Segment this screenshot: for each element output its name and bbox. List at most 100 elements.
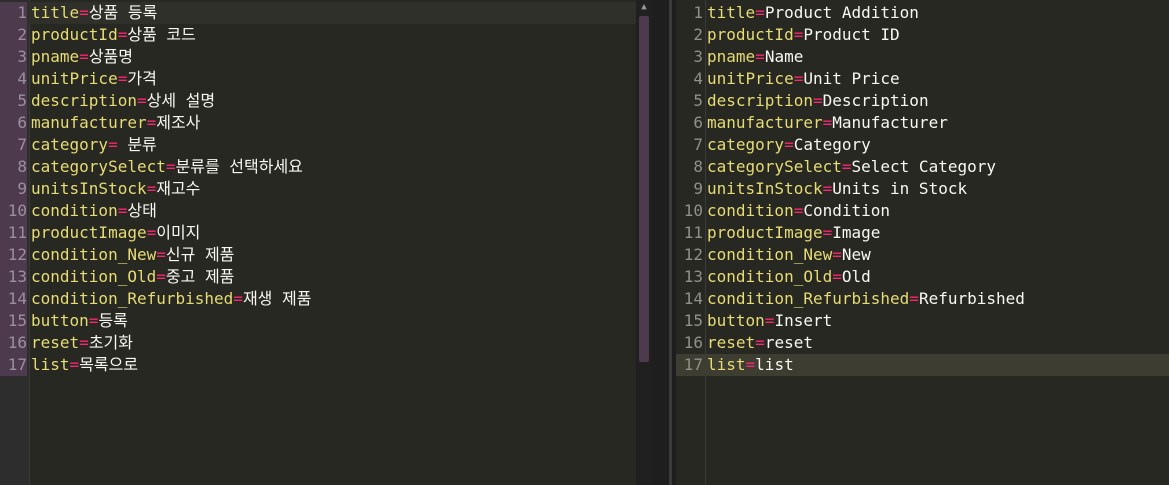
code-line[interactable]: 13 condition_Old=중고 제품: [0, 266, 652, 288]
code-text: reset=reset: [707, 332, 813, 354]
code-line[interactable]: 4 unitPrice=가격: [0, 68, 652, 90]
property-key: unitPrice: [31, 69, 118, 88]
line-number: 1: [693, 3, 703, 22]
equals-sign: =: [822, 223, 833, 242]
code-text: manufacturer=제조사: [31, 112, 200, 134]
code-line[interactable]: 8 categorySelect=Select Category: [676, 156, 1169, 178]
code-line[interactable]: 5 description=Description: [676, 90, 1169, 112]
chevron-up-icon[interactable]: ▲: [639, 2, 649, 12]
equals-sign: =: [793, 69, 804, 88]
code-line[interactable]: 2 productId=Product ID: [676, 24, 1169, 46]
scrollbar-thumb[interactable]: [639, 16, 649, 362]
code-line[interactable]: 13 condition_Old=Old: [676, 266, 1169, 288]
code-line[interactable]: 9 unitsInStock=재고수: [0, 178, 652, 200]
code-line[interactable]: 8 categorySelect=분류를 선택하세요: [0, 156, 652, 178]
code-line[interactable]: 10 condition=상태: [0, 200, 652, 222]
equals-sign: =: [146, 113, 157, 132]
line-number: 13: [0, 266, 27, 288]
code-line[interactable]: 15 button=Insert: [676, 310, 1169, 332]
property-value: 상세 설명: [146, 91, 216, 110]
line-number: 12: [0, 244, 27, 266]
property-value: Category: [793, 135, 871, 154]
code-text: category=Category: [707, 134, 871, 156]
property-key: condition: [31, 201, 118, 220]
code-text: unitsInStock=재고수: [31, 178, 200, 200]
property-value: 상품 코드: [127, 25, 196, 44]
property-key: condition_Refurbished: [707, 289, 910, 308]
property-key: button: [707, 311, 765, 330]
code-line[interactable]: 2 productId=상품 코드: [0, 24, 652, 46]
code-line[interactable]: 9 unitsInStock=Units in Stock: [676, 178, 1169, 200]
property-value: Units in Stock: [832, 179, 968, 198]
code-line[interactable]: 14 condition_Refurbished=재생 제품: [0, 288, 652, 310]
editor-pane-left[interactable]: 1 title=상품 등록 2 productId=상품 코드 3 pname=상품명 4 u…: [0, 0, 652, 485]
code-text: categorySelect=Select Category: [707, 156, 996, 178]
code-line[interactable]: 16 reset=reset: [676, 332, 1169, 354]
equals-sign: =: [69, 355, 80, 374]
property-value: 분류를 선택하세요: [175, 157, 303, 176]
code-line[interactable]: 4 unitPrice=Unit Price: [676, 68, 1169, 90]
property-key: productId: [707, 25, 794, 44]
editor-pane-right[interactable]: 1 title=Product Addition 2 productId=Produc…: [676, 0, 1169, 485]
code-line[interactable]: 10 condition=Condition: [676, 200, 1169, 222]
property-key: reset: [31, 333, 80, 352]
property-value: Unit Price: [803, 69, 900, 88]
code-line[interactable]: 12 condition_New=New: [676, 244, 1169, 266]
equals-sign: =: [165, 157, 176, 176]
code-line[interactable]: 5 description=상세 설명: [0, 90, 652, 112]
equals-sign: =: [117, 25, 128, 44]
code-line[interactable]: 12 condition_New=신규 제품: [0, 244, 652, 266]
code-line[interactable]: 3 pname=Name: [676, 46, 1169, 68]
equals-sign: =: [88, 311, 99, 330]
code-line[interactable]: 15 button=등록: [0, 310, 652, 332]
equals-sign: =: [832, 267, 842, 286]
property-value: Refurbished: [918, 289, 1025, 308]
equals-sign: =: [812, 91, 823, 110]
property-key: pname: [31, 47, 80, 66]
line-number: 17: [683, 355, 703, 374]
editor-text-area[interactable]: 1 title=Product Addition 2 productId=Produc…: [676, 2, 1169, 376]
line-number: 17: [0, 354, 27, 376]
code-line[interactable]: 3 pname=상품명: [0, 46, 652, 68]
code-text: productId=Product ID: [707, 24, 900, 46]
equals-sign: =: [108, 135, 118, 154]
code-line[interactable]: 16 reset=초기화: [0, 332, 652, 354]
code-text: manufacturer=Manufacturer: [707, 112, 948, 134]
code-line[interactable]: 11 productImage=Image: [676, 222, 1169, 244]
code-line[interactable]: 11 productImage=이미지: [0, 222, 652, 244]
property-value: 분류: [117, 135, 157, 154]
pane-splitter[interactable]: [652, 0, 676, 485]
line-number: 6: [0, 112, 27, 134]
code-line[interactable]: 6 manufacturer=Manufacturer: [676, 112, 1169, 134]
code-line[interactable]: 1 title=Product Addition: [676, 2, 1169, 24]
code-line[interactable]: 17 list=목록으로: [0, 354, 652, 376]
property-key: unitsInStock: [707, 179, 823, 198]
property-key: categorySelect: [707, 157, 842, 176]
line-number: 3: [0, 46, 27, 68]
code-text: condition_Old=중고 제품: [31, 266, 234, 288]
line-number: 16: [683, 333, 703, 352]
line-number: 15: [683, 311, 703, 330]
editor-text-area[interactable]: 1 title=상품 등록 2 productId=상품 코드 3 pname=상품명 4 u…: [0, 2, 652, 376]
line-number: 14: [683, 289, 703, 308]
line-number: 6: [693, 113, 703, 132]
property-key: list: [31, 355, 70, 374]
code-line[interactable]: 14 condition_Refurbished=Refurbished: [676, 288, 1169, 310]
code-text: category= 분류: [31, 134, 157, 156]
code-text: description=Description: [707, 90, 929, 112]
code-line[interactable]: 17 list=list: [676, 354, 1169, 376]
code-line[interactable]: 1 title=상품 등록: [0, 2, 652, 24]
equals-sign: =: [822, 113, 833, 132]
code-line[interactable]: 6 manufacturer=제조사: [0, 112, 652, 134]
line-number: 7: [693, 135, 703, 154]
code-line[interactable]: 7 category=Category: [676, 134, 1169, 156]
property-value: 상품명: [88, 47, 133, 66]
property-key: title: [707, 3, 756, 22]
code-line[interactable]: 7 category= 분류: [0, 134, 652, 156]
property-value: 초기화: [88, 333, 133, 352]
property-value: 가격: [127, 69, 157, 88]
vertical-scrollbar[interactable]: ▲: [636, 0, 652, 485]
code-text: title=Product Addition: [707, 2, 919, 24]
equals-sign: =: [117, 201, 128, 220]
equals-sign: =: [793, 25, 804, 44]
